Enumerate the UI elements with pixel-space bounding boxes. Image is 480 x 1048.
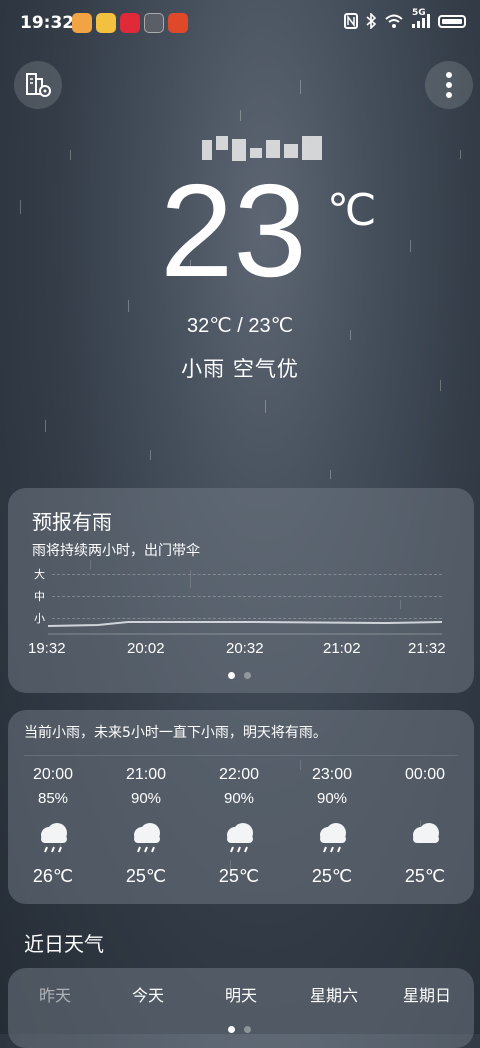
rain-streak <box>300 80 301 94</box>
hour-temperature: 25℃ <box>404 866 446 886</box>
day-label-sunday: 星期日 <box>402 986 451 1005</box>
rain-streak <box>330 470 331 479</box>
precip-probability: 90% <box>223 790 255 807</box>
network-type: 5G <box>412 8 426 18</box>
day-label-saturday: 星期六 <box>309 986 358 1005</box>
wifi-icon <box>385 14 403 28</box>
gridline <box>52 596 442 597</box>
rain-forecast-title: 预报有雨 <box>32 510 112 534</box>
hourly-item: 20:00 85% 26℃ <box>8 766 98 887</box>
time-tick: 21:32 <box>408 640 446 657</box>
status-time: 19:32 <box>20 13 75 33</box>
hourly-item: 00:00 25℃ <box>380 766 470 887</box>
xiaohongshu-app-icon <box>120 13 140 33</box>
recent-weather-title: 近日天气 <box>24 932 104 956</box>
precip-probability: 90% <box>130 790 162 807</box>
forecast-summary: 当前小雨，未来5小时一直下小雨，明天将有雨。 <box>24 725 327 741</box>
precip-probability <box>380 790 470 814</box>
hourly-item: 23:00 90% 25℃ <box>287 766 377 887</box>
rain-streak <box>410 240 411 252</box>
weather-condition: 小雨 空气优 <box>181 357 299 381</box>
hour-time: 21:00 <box>125 766 167 783</box>
more-vertical-icon <box>446 72 452 98</box>
rain-forecast-card[interactable]: 预报有雨 雨将持续两小时，出门带伞 大 中 小 19:32 20:02 20:3… <box>8 488 474 693</box>
time-tick: 19:32 <box>28 640 66 657</box>
game-app-icon <box>168 13 188 33</box>
hour-temperature: 25℃ <box>311 866 353 886</box>
rain-streak <box>20 200 21 214</box>
level-heavy: 大 <box>34 568 45 581</box>
nfc-icon <box>344 13 358 29</box>
bluetooth-icon <box>366 13 376 29</box>
hour-time: 22:00 <box>218 766 260 783</box>
page-indicator[interactable] <box>228 672 251 679</box>
divider <box>24 755 458 756</box>
day-label-tomorrow: 明天 <box>224 986 257 1005</box>
rain-cloud-icon <box>134 823 160 853</box>
more-menu-button[interactable] <box>425 61 473 109</box>
rain-cloud-icon <box>41 823 67 853</box>
battery-icon <box>438 14 466 28</box>
city-settings-icon <box>26 73 51 97</box>
signal-icon: 5G <box>412 8 430 28</box>
rain-streak <box>265 400 266 413</box>
gridline <box>52 574 442 575</box>
rain-streak <box>128 300 129 312</box>
rain-cloud-icon <box>227 823 253 853</box>
hour-time: 23:00 <box>311 766 353 783</box>
weather-app-icon <box>72 13 92 33</box>
hour-time: 20:00 <box>32 766 74 783</box>
rain-forecast-subtitle: 雨将持续两小时，出门带伞 <box>32 543 200 559</box>
status-bar: 19:32 5G <box>0 0 480 46</box>
temperature-unit: ℃ <box>327 186 377 235</box>
hour-temperature: 26℃ <box>32 866 74 886</box>
level-medium: 中 <box>34 590 45 603</box>
cloud-icon <box>413 823 439 843</box>
day-label-yesterday: 昨天 <box>38 986 71 1005</box>
hourly-forecast-card[interactable]: 当前小雨，未来5小时一直下小雨，明天将有雨。 20:00 85% 26℃ 21:00 9… <box>8 710 474 904</box>
city-page-indicator[interactable] <box>228 1026 251 1033</box>
rain-streak <box>460 150 461 159</box>
hourly-item: 22:00 90% 25℃ <box>194 766 284 887</box>
rain-streak <box>240 110 241 121</box>
hour-temperature: 25℃ <box>125 866 167 886</box>
day-label-today: 今天 <box>131 986 164 1005</box>
time-tick: 20:32 <box>226 640 264 657</box>
city-manage-button[interactable] <box>14 61 62 109</box>
daily-forecast-card[interactable]: 昨天 今天 明天 星期六 星期日 <box>8 968 474 1048</box>
rain-streak <box>70 150 71 160</box>
current-temperature: 23 <box>160 157 307 304</box>
hour-temperature: 25℃ <box>218 866 260 886</box>
rain-streak <box>45 420 46 432</box>
time-tick: 21:02 <box>323 640 361 657</box>
precip-probability: 85% <box>37 790 69 807</box>
precip-probability: 90% <box>316 790 348 807</box>
temperature-range: 32℃ / 23℃ <box>186 315 294 337</box>
time-tick: 20:02 <box>127 640 165 657</box>
rain-streak <box>150 450 151 460</box>
weibo-app-icon <box>96 13 116 33</box>
rain-cloud-icon <box>320 823 346 853</box>
hour-time: 00:00 <box>404 766 446 783</box>
precipitation-curve <box>48 621 443 635</box>
hourly-item: 21:00 90% 25℃ <box>101 766 191 887</box>
hand-app-icon <box>144 13 164 33</box>
level-light: 小 <box>34 612 45 625</box>
